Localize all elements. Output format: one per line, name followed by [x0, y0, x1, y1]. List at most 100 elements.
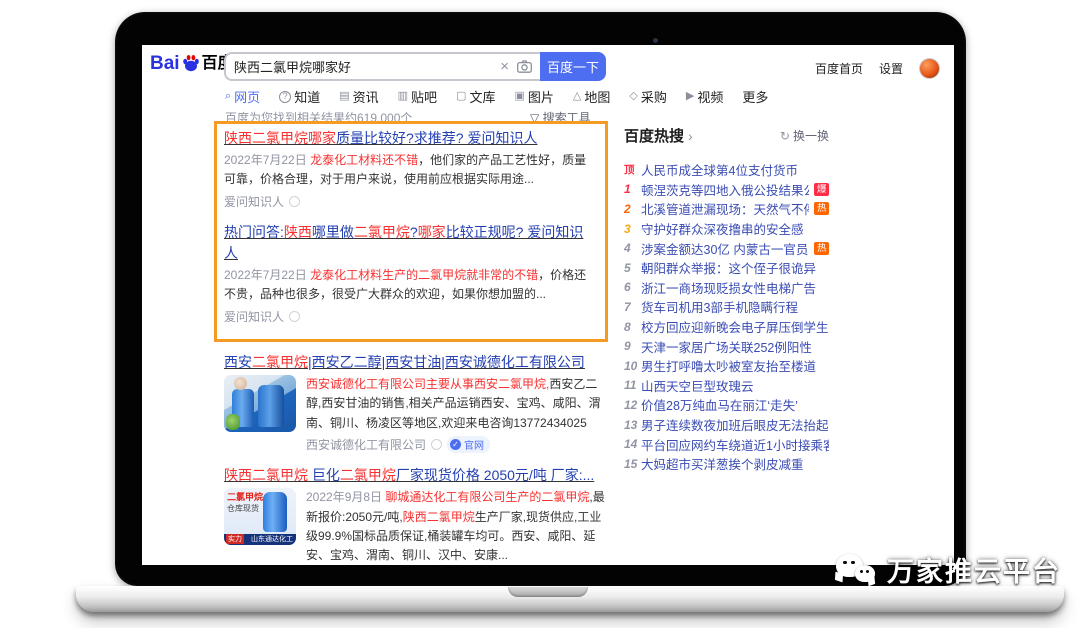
camera-icon[interactable]: [517, 60, 532, 73]
hotsearch-item: 10男生打呼噜太吵被室友抬至楼道: [624, 356, 829, 376]
hotsearch-rank: 2: [624, 202, 641, 216]
hotsearch-item: 9天津一家居广场关联252例阳性: [624, 336, 829, 356]
text-segment: ?: [410, 224, 418, 240]
hotsearch-link[interactable]: 大妈超市买洋葱挨个剥皮减重: [641, 454, 804, 473]
result-title-link[interactable]: 陕西二氯甲烷哪家质量比较好?求推荐? 爱问知识人: [224, 128, 537, 149]
hotsearch-link[interactable]: 守护好群众深夜撸串的安全感: [641, 219, 804, 238]
tab-地图[interactable]: △地图: [573, 87, 610, 106]
page: Bai 百度 陕西二氯甲烷哪家好 × 百度一下 百度首页 设置: [0, 0, 1080, 628]
hotsearch-link[interactable]: 朝阳群众举报：这个侄子很诡异: [641, 258, 816, 277]
tab-label: 采购: [641, 87, 667, 106]
hotsearch-link[interactable]: 涉案金额达30亿 内蒙古一官员获死刑: [641, 239, 809, 258]
hotsearch-rank: 5: [624, 261, 641, 275]
text-segment: 龙泰化工材料生产的二氯甲烷就非常的不错: [310, 268, 538, 282]
hotsearch-rank: 13: [624, 418, 641, 432]
text-segment: |西安乙二醇|西安甘油|西安诚德化工有限公司: [308, 354, 585, 370]
hotsearch-link[interactable]: 顿涅茨克等四地入俄公投结果公布: [641, 180, 809, 199]
text-segment: 陕西二氯甲烷: [403, 510, 475, 524]
hotsearch-link[interactable]: 浙江一商场现贬损女性电梯广告: [641, 278, 816, 297]
text-segment: 二氯甲烷: [354, 224, 410, 240]
hotsearch-item: 14平台回应网约车绕道近1小时接乘客: [624, 434, 829, 454]
text-segment: 热门问答:: [224, 224, 284, 240]
baidu-logo[interactable]: Bai 百度: [150, 53, 234, 73]
hotsearch-rank: 8: [624, 320, 641, 334]
user-avatar[interactable]: [919, 58, 940, 79]
source-menu-icon[interactable]: [289, 196, 300, 207]
hotsearch-link[interactable]: 人民币成全球第4位支付货币: [641, 160, 798, 179]
watermark: 万家推云平台: [836, 550, 1061, 589]
text-segment: 巨化: [308, 467, 340, 483]
hotsearch-link[interactable]: 校方回应迎新晚会电子屏压倒学生: [641, 317, 829, 336]
result-title-link[interactable]: 西安二氯甲烷|西安乙二醇|西安甘油|西安诚德化工有限公司: [224, 352, 585, 373]
tab-视频[interactable]: ▶视频: [686, 87, 723, 106]
tab-更多[interactable]: 更多: [742, 87, 768, 106]
result-thumbnail[interactable]: [224, 375, 296, 432]
hotsearch-link[interactable]: 平台回应网约车绕道近1小时接乘客: [641, 435, 829, 454]
check-icon: ✓: [450, 439, 461, 450]
text-segment: 二氯甲烷: [340, 467, 396, 483]
browser-screen: Bai 百度 陕西二氯甲烷哪家好 × 百度一下 百度首页 设置: [142, 45, 954, 565]
tab-贴吧[interactable]: ▥贴吧: [398, 87, 437, 106]
hotsearch-item: 8校方回应迎新晚会电子屏压倒学生: [624, 317, 829, 337]
refresh-icon: ↻: [780, 129, 790, 143]
thumb-detail: [234, 377, 247, 390]
hotsearch-link[interactable]: 货车司机用3部手机隐瞒行程: [641, 297, 798, 316]
tab-label: 视频: [697, 87, 723, 106]
result-title-link[interactable]: 热门问答:陕西哪里做二氯甲烷?哪家比较正规呢? 爱问知识人: [224, 222, 597, 264]
text-segment: 西安诚德化工有限公司主要从事西安二氯甲烷,: [306, 377, 549, 391]
search-input[interactable]: 陕西二氯甲烷哪家好 ×: [224, 52, 540, 81]
source-menu-icon[interactable]: [289, 311, 300, 322]
top-pin-icon: 顶: [624, 162, 641, 177]
search-button[interactable]: 百度一下: [540, 52, 606, 81]
hotsearch-item: 5朝阳群众举报：这个侄子很诡异: [624, 258, 829, 278]
result-text-column: 西安诚德化工有限公司主要从事西安二氯甲烷,西安乙二醇,西安甘油的销售,相关产品运…: [306, 375, 608, 453]
baidu-paw-icon: [181, 53, 201, 73]
tab-采购[interactable]: ◇ 采购: [629, 87, 666, 106]
link-baidu-home[interactable]: 百度首页: [815, 60, 863, 77]
purchase-icon: ◇: [629, 91, 637, 102]
result-thumbnail[interactable]: 二氯甲烷仓库现货山东通达化工实力: [224, 488, 296, 545]
hotsearch-rank: 7: [624, 300, 641, 314]
hotsearch-rank: 9: [624, 339, 641, 353]
clear-icon[interactable]: ×: [500, 58, 509, 75]
question-icon: ?: [279, 91, 291, 103]
text-segment: 质量比较好?求推荐? 爱问知识人: [336, 130, 537, 146]
watermark-text: 万家推云平台: [887, 550, 1061, 589]
hotsearch-link[interactable]: 男生打呼噜太吵被室友抬至楼道: [641, 356, 816, 375]
text-segment: 聊城通达化工有限公司生产的二氯甲烷: [385, 490, 589, 504]
hotsearch-item: 1顿涅茨克等四地入俄公投结果公布爆: [624, 180, 829, 200]
hotsearch-item: 15大妈超市买洋葱挨个剥皮减重: [624, 454, 829, 474]
webcam-icon: [653, 38, 658, 43]
hotsearch-link[interactable]: 北溪管道泄漏现场：天然气不停喷涌: [641, 199, 809, 218]
tab-知道[interactable]: ?知道: [279, 87, 320, 106]
source-menu-icon[interactable]: [431, 439, 442, 450]
laptop-base: [76, 586, 1064, 612]
hotsearch-header[interactable]: 百度热搜 ›: [624, 125, 693, 146]
result-title-link[interactable]: 陕西二氯甲烷 巨化二氯甲烷厂家现货价格 2050元/吨 厂家:...: [224, 465, 594, 486]
tab-label: 贴吧: [411, 87, 437, 106]
results-column: 陕西二氯甲烷哪家质量比较好?求推荐? 爱问知识人2022年7月22日 龙泰化工材…: [224, 121, 608, 565]
refresh-button[interactable]: ↻ 换一换: [780, 127, 829, 144]
tab-资讯[interactable]: ▤资讯: [339, 87, 378, 106]
tab-图片[interactable]: ▣图片: [514, 87, 553, 106]
hotsearch-item: 3守护好群众深夜撸串的安全感: [624, 219, 829, 239]
text-segment: 二氯甲烷: [252, 354, 308, 370]
hotsearch-link[interactable]: 价值28万纯血马在丽江‘走失’: [641, 395, 798, 414]
baidu-logo-latin: Bai: [150, 54, 180, 73]
tab-label: 文库: [469, 87, 495, 106]
highlight-box: 陕西二氯甲烷哪家质量比较好?求推荐? 爱问知识人2022年7月22日 龙泰化工材…: [214, 121, 608, 342]
search-icon: ⌕: [225, 91, 231, 102]
hot-badge: 爆: [814, 183, 829, 196]
link-settings[interactable]: 设置: [879, 60, 903, 77]
tab-网页[interactable]: ⌕网页: [225, 87, 260, 106]
search-result: 陕西二氯甲烷 巨化二氯甲烷厂家现货价格 2050元/吨 厂家:...二氯甲烷仓库…: [224, 465, 608, 565]
tab-文库[interactable]: ▢文库: [456, 87, 495, 106]
chevron-right-icon: ›: [688, 128, 693, 144]
hotsearch-link[interactable]: 天津一家居广场关联252例阳性: [641, 337, 812, 356]
hotsearch-item: 顶人民币成全球第4位支付货币: [624, 160, 829, 180]
result-snippet: 2022年9月8日 聊城通达化工有限公司生产的二氯甲烷,最新报价:2050元/吨…: [306, 488, 608, 565]
hotsearch-link[interactable]: 山西天空巨型玫瑰云: [641, 376, 754, 395]
image-icon: ▣: [514, 91, 524, 102]
hotsearch-link[interactable]: 男子连续数夜加班后眼皮无法抬起: [641, 415, 829, 434]
text-segment: 哪家: [418, 224, 446, 240]
